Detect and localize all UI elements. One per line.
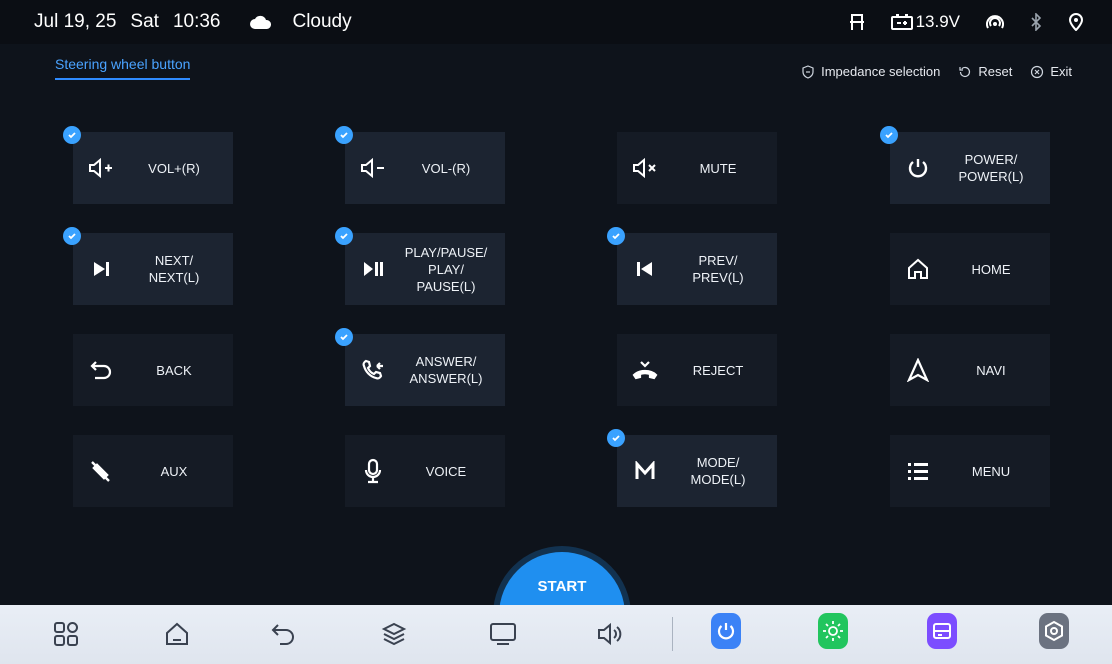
bottom-dock xyxy=(0,605,1112,664)
dock-divider xyxy=(672,617,673,651)
screen-icon[interactable] xyxy=(488,619,518,649)
button-label: MUTE xyxy=(699,160,737,176)
steering-button-volr[interactable]: VOL+(R) xyxy=(63,126,233,204)
button-label: ANSWER/ ANSWER(L) xyxy=(409,354,483,386)
button-label: NAVI xyxy=(976,362,1006,378)
button-label: PREV/ PREV(L) xyxy=(692,253,744,285)
steering-button-home[interactable]: HOME xyxy=(890,233,1050,305)
button-label: VOICE xyxy=(425,463,467,479)
checkmark-icon xyxy=(607,429,625,447)
checkmark-icon xyxy=(63,126,81,144)
steering-button-mode[interactable]: MODE/ MODE(L) xyxy=(607,429,777,507)
steering-button-back[interactable]: BACK xyxy=(73,334,233,406)
steering-button-next[interactable]: NEXT/ NEXT(L) xyxy=(63,227,233,305)
steering-button-menu[interactable]: MENU xyxy=(890,435,1050,507)
steering-button-prev[interactable]: PREV/ PREV(L) xyxy=(607,227,777,305)
checkmark-icon xyxy=(335,126,353,144)
microphone-icon xyxy=(353,458,393,484)
steering-button-play[interactable]: PLAY/PAUSE/ PLAY/ PAUSE(L) xyxy=(335,227,505,305)
mode-icon xyxy=(625,461,665,481)
exit-label: Exit xyxy=(1050,64,1072,79)
exit-button[interactable]: Exit xyxy=(1030,64,1072,79)
button-label: REJECT xyxy=(692,362,744,378)
steering-button-volr[interactable]: VOL-(R) xyxy=(335,126,505,204)
button-label: VOL+(R) xyxy=(148,160,200,176)
steering-button-answer[interactable]: ANSWER/ ANSWER(L) xyxy=(335,328,505,406)
back-icon xyxy=(81,359,121,381)
location-icon xyxy=(1068,13,1084,31)
checkmark-icon xyxy=(335,227,353,245)
prev-track-icon xyxy=(625,260,665,278)
reset-button[interactable]: Reset xyxy=(958,64,1012,79)
card-app-icon[interactable] xyxy=(927,613,957,649)
steering-button-navi[interactable]: NAVI xyxy=(890,334,1050,406)
bluetooth-icon xyxy=(1030,13,1042,31)
steering-button-mute[interactable]: MUTE xyxy=(617,132,777,204)
checkmark-icon xyxy=(63,227,81,245)
home-icon[interactable] xyxy=(162,619,192,649)
layers-icon[interactable] xyxy=(379,619,409,649)
answer-call-icon xyxy=(353,358,393,382)
button-label: MENU xyxy=(971,463,1011,479)
reject-call-icon xyxy=(625,359,665,381)
next-track-icon xyxy=(81,260,121,278)
status-date: Jul 19, 25 xyxy=(34,11,117,32)
power-app-icon[interactable] xyxy=(711,613,741,649)
menu-icon xyxy=(898,461,938,481)
page-title[interactable]: Steering wheel button xyxy=(55,56,191,80)
checkmark-icon xyxy=(607,227,625,245)
reset-label: Reset xyxy=(978,64,1013,79)
steering-button-aux[interactable]: AUX xyxy=(73,435,233,507)
button-label: AUX xyxy=(160,463,188,479)
status-time: 10:36 xyxy=(172,11,221,32)
volume-down-icon xyxy=(353,158,393,178)
page-header: Steering wheel button Impedance selectio… xyxy=(0,44,1112,108)
button-label: VOL-(R) xyxy=(421,160,471,176)
volume-icon[interactable] xyxy=(595,619,625,649)
mute-icon xyxy=(625,158,665,178)
checkmark-icon xyxy=(880,126,898,144)
checkmark-icon xyxy=(335,328,353,346)
settings-app-icon[interactable] xyxy=(1039,613,1069,649)
wifi-hotspot-icon xyxy=(986,13,1004,31)
play-pause-icon xyxy=(353,260,393,278)
button-label: POWER/ POWER(L) xyxy=(958,152,1024,184)
status-voltage: 13.9V xyxy=(915,12,960,31)
close-circle-icon xyxy=(1031,65,1044,78)
shield-icon xyxy=(802,64,814,79)
volume-up-icon xyxy=(81,158,121,178)
steering-button-power[interactable]: POWER/ POWER(L) xyxy=(880,126,1050,204)
impedance-selection-button[interactable]: Impedance selection xyxy=(801,64,940,79)
button-label: MODE/ MODE(L) xyxy=(690,455,746,487)
steering-button-reject[interactable]: REJECT xyxy=(617,334,777,406)
reset-icon xyxy=(959,66,971,77)
navigation-icon xyxy=(898,358,938,382)
seat-icon xyxy=(849,13,865,31)
button-label: NEXT/ NEXT(L) xyxy=(148,253,200,285)
power-icon xyxy=(898,157,938,179)
impedance-selection-label: Impedance selection xyxy=(821,64,941,79)
status-bar: Jul 19, 25 Sat 10:36 Cloudy 13.9V xyxy=(0,0,1112,44)
button-label: PLAY/PAUSE/ PLAY/ PAUSE(L) xyxy=(404,244,488,294)
steering-button-voice[interactable]: VOICE xyxy=(345,435,505,507)
aux-cable-icon xyxy=(81,459,121,483)
brightness-app-icon[interactable] xyxy=(818,613,848,649)
home-icon xyxy=(898,257,938,281)
button-label: HOME xyxy=(971,261,1011,277)
status-weather: Cloudy xyxy=(292,11,352,32)
battery-icon: 13.9V xyxy=(890,12,960,32)
status-day: Sat xyxy=(130,11,159,32)
cloud-icon xyxy=(250,15,272,29)
apps-icon[interactable] xyxy=(51,619,81,649)
button-label: BACK xyxy=(156,362,192,378)
back-icon[interactable] xyxy=(268,619,298,649)
